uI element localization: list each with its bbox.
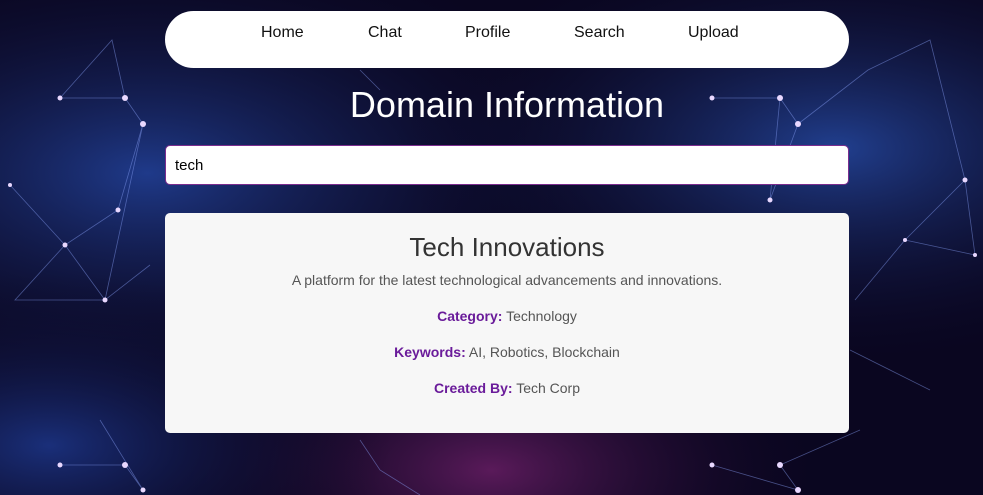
nav-bar: Home Chat Profile Search Upload: [165, 11, 849, 68]
category-value: Technology: [506, 308, 577, 324]
keywords-value: AI, Robotics, Blockchain: [468, 344, 620, 360]
created-by-value: Tech Corp: [516, 380, 581, 396]
domain-description: A platform for the latest technological …: [291, 272, 723, 288]
created-by-label: Created By:: [433, 380, 513, 396]
keywords-label: Keywords:: [394, 344, 466, 360]
main-container: Home Chat Profile Search Upload Domain I…: [165, 11, 849, 433]
page-title: Domain Information: [349, 84, 665, 125]
nav-profile-link[interactable]: Profile: [465, 24, 510, 42]
keywords-row: Keywords: AI, Robotics, Blockchain: [165, 344, 849, 360]
domain-name: Tech Innovations: [409, 232, 605, 262]
domain-card: Tech Innovations A platform for the late…: [165, 213, 849, 433]
nav-search-link[interactable]: Search: [574, 24, 625, 42]
created-by-row: Created By: Tech Corp: [165, 380, 849, 396]
nav-chat-link[interactable]: Chat: [368, 24, 402, 42]
nav-upload-link[interactable]: Upload: [688, 24, 739, 42]
domain-search-input[interactable]: [165, 145, 849, 185]
category-label: Category:: [437, 308, 503, 324]
nav-home-link[interactable]: Home: [261, 24, 304, 42]
category-row: Category: Technology: [165, 308, 849, 324]
